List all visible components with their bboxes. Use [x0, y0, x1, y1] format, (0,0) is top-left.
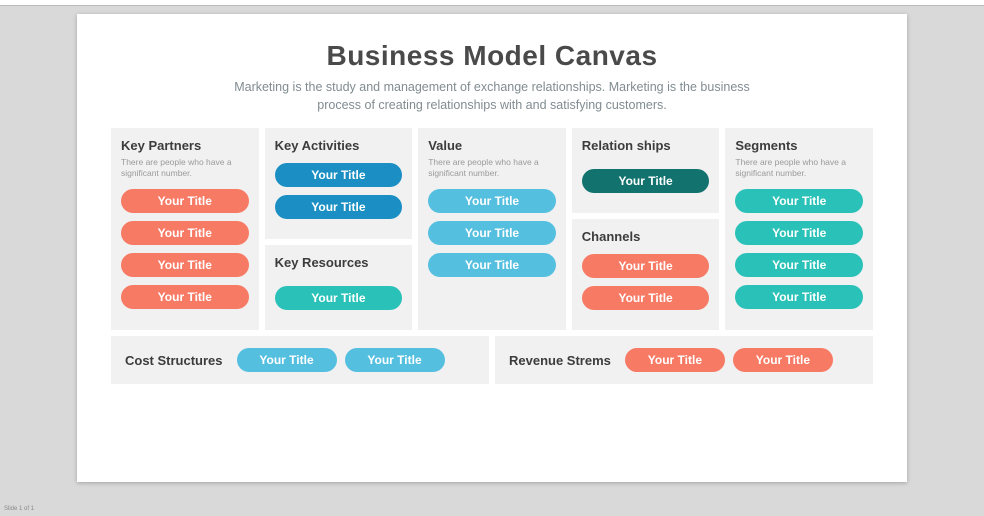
pill[interactable]: Your Title: [735, 253, 863, 277]
pill[interactable]: Your Title: [428, 221, 556, 245]
cell-value[interactable]: Value There are people who have a signif…: [418, 128, 566, 330]
pill[interactable]: Your Title: [275, 195, 403, 219]
pill[interactable]: Your Title: [582, 254, 710, 278]
pill[interactable]: Your Title: [345, 348, 445, 372]
pill[interactable]: Your Title: [582, 286, 710, 310]
cell-title: Key Resources: [275, 255, 403, 270]
pill-row: Your Title Your Title: [625, 348, 833, 372]
canvas-grid: Key Partners There are people who have a…: [111, 128, 873, 330]
pill[interactable]: Your Title: [735, 189, 863, 213]
cell-relationships[interactable]: Relation ships Your Title: [572, 128, 720, 213]
pill[interactable]: Your Title: [121, 285, 249, 309]
pill[interactable]: Your Title: [275, 163, 403, 187]
cell-title: Segments: [735, 138, 863, 153]
pill[interactable]: Your Title: [237, 348, 337, 372]
pill[interactable]: Your Title: [735, 221, 863, 245]
cell-title: Channels: [582, 229, 710, 244]
cell-title: Key Partners: [121, 138, 249, 153]
cell-key-partners[interactable]: Key Partners There are people who have a…: [111, 128, 259, 330]
pill[interactable]: Your Title: [582, 169, 710, 193]
status-bar: Slide 1 of 1: [4, 506, 34, 512]
pill[interactable]: Your Title: [121, 221, 249, 245]
cell-title: Cost Structures: [125, 353, 223, 368]
pill[interactable]: Your Title: [733, 348, 833, 372]
cell-desc: There are people who have a significant …: [735, 157, 863, 178]
slide-canvas: Business Model Canvas Marketing is the s…: [77, 14, 907, 482]
slide-subtitle[interactable]: Marketing is the study and management of…: [222, 78, 762, 114]
slide-title[interactable]: Business Model Canvas: [111, 40, 873, 72]
pill[interactable]: Your Title: [428, 189, 556, 213]
ribbon-bar: [0, 0, 984, 6]
column-activities-resources: Key Activities Your Title Your Title Key…: [265, 128, 413, 330]
pill[interactable]: Your Title: [428, 253, 556, 277]
cell-key-resources[interactable]: Key Resources Your Title: [265, 245, 413, 330]
cell-key-activities[interactable]: Key Activities Your Title Your Title: [265, 128, 413, 239]
column-relations-channels: Relation ships Your Title Channels Your …: [572, 128, 720, 330]
cell-revenue-streams[interactable]: Revenue Strems Your Title Your Title: [495, 336, 873, 384]
cell-segments[interactable]: Segments There are people who have a sig…: [725, 128, 873, 330]
cell-desc: There are people who have a significant …: [121, 157, 249, 178]
cell-desc: There are people who have a significant …: [428, 157, 556, 178]
cell-title: Relation ships: [582, 138, 710, 153]
cell-title: Revenue Strems: [509, 353, 611, 368]
pill[interactable]: Your Title: [121, 253, 249, 277]
cell-title: Value: [428, 138, 556, 153]
pill[interactable]: Your Title: [121, 189, 249, 213]
pill[interactable]: Your Title: [735, 285, 863, 309]
pill[interactable]: Your Title: [275, 286, 403, 310]
pill[interactable]: Your Title: [625, 348, 725, 372]
cell-cost-structures[interactable]: Cost Structures Your Title Your Title: [111, 336, 489, 384]
cell-title: Key Activities: [275, 138, 403, 153]
pill-row: Your Title Your Title: [237, 348, 445, 372]
cell-channels[interactable]: Channels Your Title Your Title: [572, 219, 720, 330]
canvas-bottom-row: Cost Structures Your Title Your Title Re…: [111, 336, 873, 384]
